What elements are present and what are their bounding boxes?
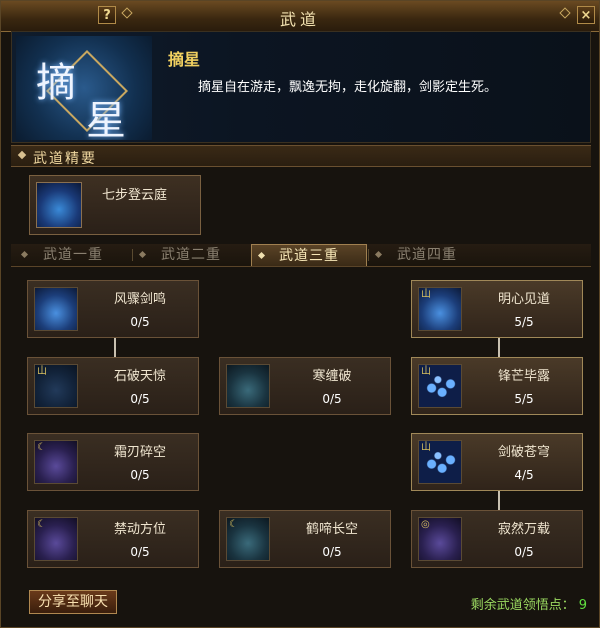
- spiral-mark-icon: ◎: [421, 519, 430, 530]
- skill-level: 0/5: [322, 545, 342, 559]
- skill-name: 寒缠破: [312, 369, 352, 384]
- skill-card-mingxin[interactable]: 山 明心见道 5/5: [411, 280, 583, 338]
- wudao-window: ? 武道 × 摘 星 摘星 摘星自在游走，飘逸无拘，走化旋翻，剑影定生死。 武道…: [0, 0, 600, 628]
- skill-icon: ☾: [226, 517, 270, 561]
- upgrade-mark-icon: 山: [37, 366, 47, 377]
- moon-mark-icon: ☾: [37, 519, 46, 530]
- close-button[interactable]: ×: [577, 6, 595, 24]
- style-header: 摘 星 摘星 摘星自在游走，飘逸无拘，走化旋翻，剑影定生死。: [11, 31, 591, 143]
- tree-connector: [498, 491, 500, 510]
- skill-name: 明心见道: [497, 292, 550, 307]
- essential-skill-name: 七步登云庭: [102, 188, 168, 203]
- skill-name: 寂然万载: [497, 522, 550, 537]
- skill-level: 5/5: [514, 392, 534, 406]
- skill-name: 禁动方位: [113, 522, 166, 537]
- tab-bullet-icon: [20, 250, 29, 259]
- tab-bullet-icon: [374, 250, 383, 259]
- essential-skill-icon: [36, 182, 82, 228]
- tab-tier-3[interactable]: 武道三重: [251, 244, 367, 266]
- skill-card-hanchan[interactable]: 寒缠破 0/5: [219, 357, 391, 415]
- tree-connector: [498, 338, 500, 357]
- skill-name: 鹤啼长空: [305, 522, 358, 537]
- tab-tier-2[interactable]: 武道二重: [133, 244, 249, 266]
- skill-icon: 山: [34, 364, 78, 408]
- tab-bar: 武道一重 武道二重 武道三重 武道四重: [11, 244, 591, 267]
- tab-bullet-icon: [257, 251, 266, 260]
- points-label: 剩余武道领悟点：: [470, 598, 575, 613]
- skill-level: 4/5: [514, 468, 534, 482]
- skill-name: 石破天惊: [113, 369, 166, 384]
- skill-name: 霜刃碎空: [113, 445, 166, 460]
- skill-icon: [226, 364, 270, 408]
- upgrade-mark-icon: 山: [421, 442, 431, 453]
- skill-card-shuangren[interactable]: ☾ 霜刃碎空 0/5: [27, 433, 199, 491]
- share-to-chat-button[interactable]: 分享至聊天: [29, 590, 117, 614]
- essential-skill[interactable]: 七步登云庭: [29, 175, 201, 235]
- diamond-bullet-icon: [17, 150, 27, 160]
- skill-card-shipo[interactable]: 山 石破天惊 0/5: [27, 357, 199, 415]
- skill-level: 0/5: [130, 545, 150, 559]
- section-title: 武道精要: [33, 151, 97, 167]
- skill-level: 0/5: [514, 545, 534, 559]
- window-title: 武道: [279, 10, 320, 29]
- tab-tier-1[interactable]: 武道一重: [15, 244, 131, 266]
- emblem-char-2: 星: [86, 98, 126, 140]
- tab-bullet-icon: [138, 250, 147, 259]
- skill-icon: [34, 287, 78, 331]
- section-header: 武道精要: [11, 145, 591, 167]
- tree-connector: [114, 338, 116, 357]
- skill-icon: 山: [418, 287, 462, 331]
- skill-level: 5/5: [514, 315, 534, 329]
- upgrade-mark-icon: 山: [421, 289, 431, 300]
- upgrade-mark-icon: 山: [421, 366, 431, 377]
- skill-card-fengmang[interactable]: 山 锋芒毕露 5/5: [411, 357, 583, 415]
- remaining-points: 剩余武道领悟点： 9: [471, 594, 587, 613]
- skill-level: 0/5: [130, 468, 150, 482]
- skill-name: 风骤剑鸣: [113, 292, 166, 307]
- skill-card-jiran[interactable]: ◎ 寂然万载 0/5: [411, 510, 583, 568]
- skill-level: 0/5: [130, 392, 150, 406]
- skill-icon: ☾: [34, 517, 78, 561]
- skill-card-heti[interactable]: ☾ 鹤啼长空 0/5: [219, 510, 391, 568]
- skill-level: 0/5: [130, 315, 150, 329]
- skill-card-jianpo[interactable]: 山 剑破苍穹 4/5: [411, 433, 583, 491]
- skill-icon: 山: [418, 364, 462, 408]
- style-description: 摘星自在游走，飘逸无拘，走化旋翻，剑影定生死。: [198, 80, 498, 95]
- skill-name: 剑破苍穹: [497, 445, 550, 460]
- skill-icon: ◎: [418, 517, 462, 561]
- moon-mark-icon: ☾: [229, 519, 238, 530]
- style-emblem: 摘 星: [16, 36, 152, 140]
- skill-card-jindong[interactable]: ☾ 禁动方位 0/5: [27, 510, 199, 568]
- skill-icon: 山: [418, 440, 462, 484]
- points-value: 9: [578, 598, 587, 613]
- skill-icon: ☾: [34, 440, 78, 484]
- emblem-char-1: 摘: [36, 60, 76, 106]
- skill-card-fengzhou[interactable]: 风骤剑鸣 0/5: [27, 280, 199, 338]
- skill-level: 0/5: [322, 392, 342, 406]
- title-bar[interactable]: ? 武道 ×: [1, 1, 599, 32]
- moon-mark-icon: ☾: [37, 442, 46, 453]
- tab-tier-4[interactable]: 武道四重: [369, 244, 485, 266]
- style-name: 摘星: [168, 50, 201, 69]
- skill-name: 锋芒毕露: [497, 369, 550, 384]
